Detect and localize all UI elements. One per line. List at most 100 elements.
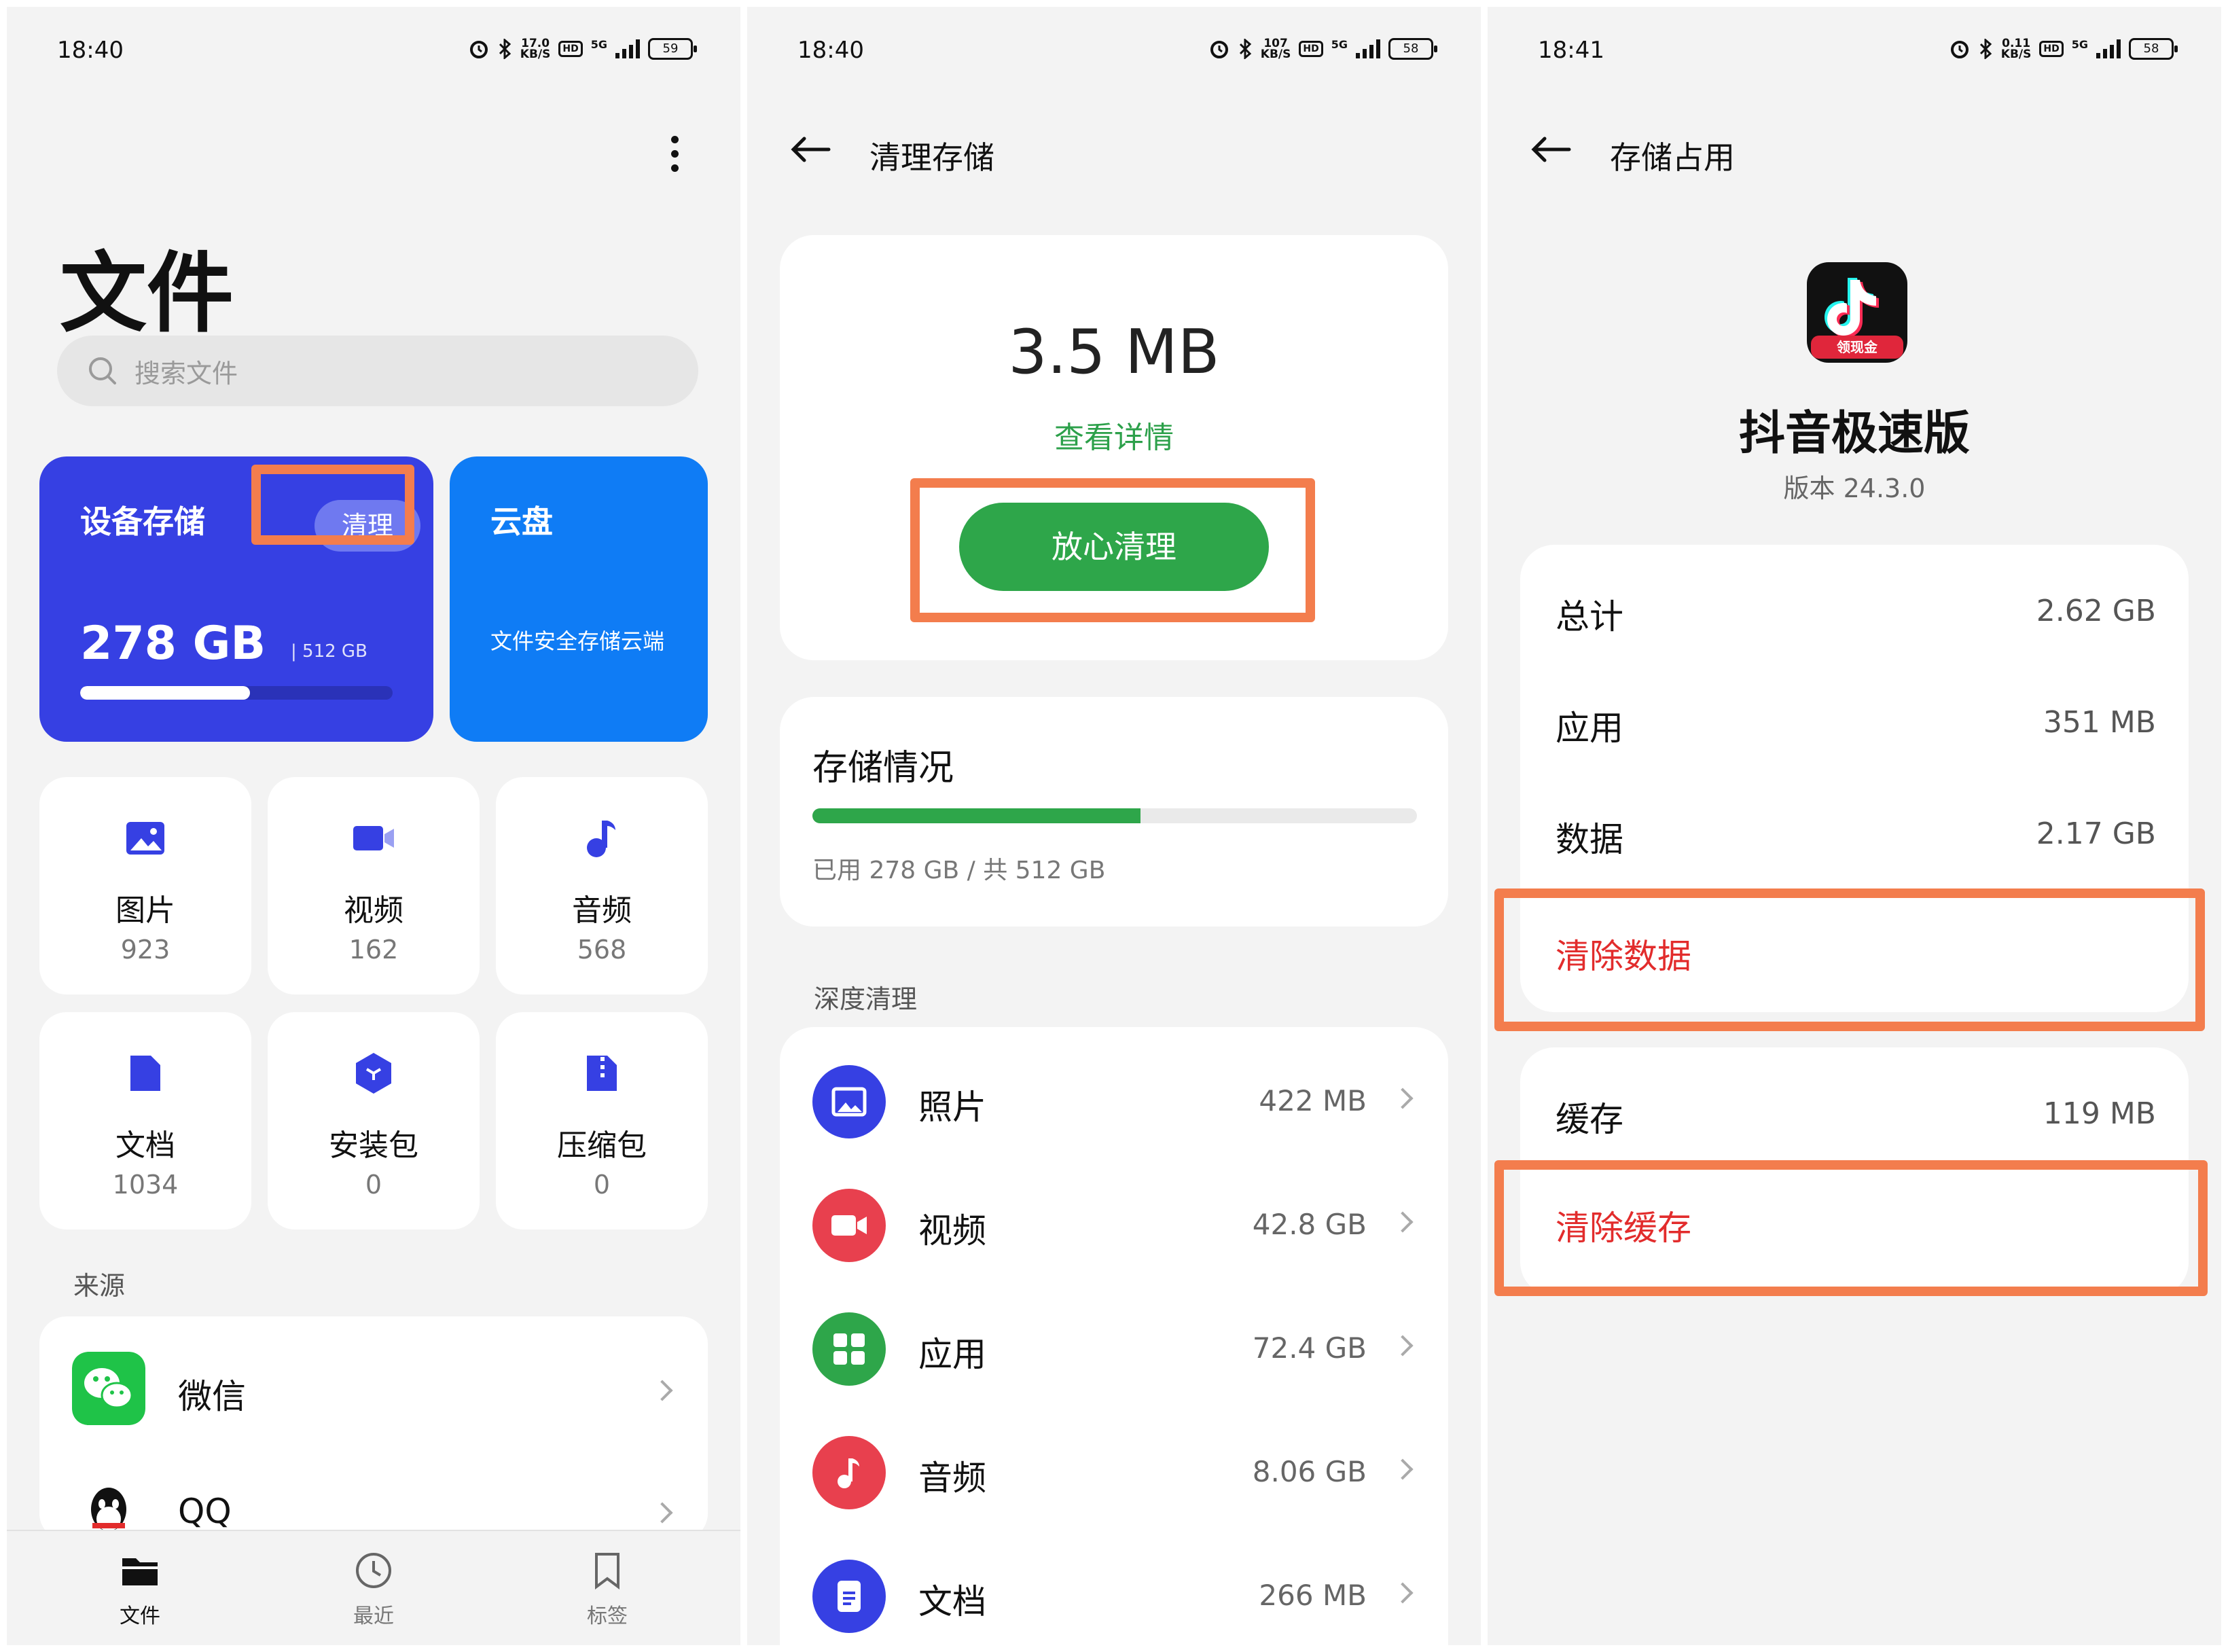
nav-label: 最近 [353,1604,394,1628]
network-type: 5G [1331,38,1348,51]
folder-icon [122,1558,158,1585]
archive-icon [587,1056,617,1091]
cloud-card[interactable]: 云盘 文件安全存储云端 [450,456,708,742]
tile-packages[interactable]: 安装包 0 [268,1012,480,1229]
category-icon-bg [812,1312,886,1386]
tile-count: 923 [120,935,170,965]
tile-videos[interactable]: 视频 162 [268,777,480,994]
device-storage-bar [80,686,393,700]
source-item-wechat[interactable]: 微信 [39,1316,708,1439]
storage-row-total: 总计 2.62 GB [1520,552,2189,662]
category-apps[interactable]: 应用 72.4 GB [780,1281,1448,1405]
status-bar: 18:40 107 KB/S HD 5G 58 [747,7,1481,95]
category-icon-bg [812,1560,886,1633]
bookmark-icon [595,1553,619,1590]
highlight-safe-clean-button [910,478,1315,622]
category-icon-bg [812,1065,886,1138]
signal-icon [2096,39,2121,58]
category-videos[interactable]: 视频 42.8 GB [780,1157,1448,1281]
storage-row-data: 数据 2.17 GB [1520,774,2189,884]
row-key: 缓存 [1556,1100,1623,1139]
row-value: 2.62 GB [2036,594,2156,628]
signal-icon [1356,39,1380,58]
battery-icon: 58 [1388,38,1437,60]
image-icon [126,822,164,855]
app-grid-icon [833,1333,865,1365]
nav-files[interactable]: 文件 [72,1550,208,1629]
row-key: 应用 [1556,708,1623,748]
page-title: 清理存储 [869,139,994,176]
page-title: 存储占用 [1610,139,1735,176]
document-icon [838,1581,861,1612]
battery-icon: 59 [648,38,697,60]
source-section-label: 来源 [73,1271,126,1301]
more-options-icon[interactable] [671,136,681,179]
tile-images[interactable]: 图片 923 [39,777,251,994]
tile-label: 视频 [344,893,403,928]
row-value: 119 MB [2043,1096,2156,1131]
storage-bar [812,808,1417,823]
signal-icon [615,39,640,58]
category-name: 应用 [918,1335,986,1374]
status-time: 18:41 [1538,37,1604,64]
network-type: 5G [590,38,607,51]
hd-icon: HD [2039,41,2064,57]
bluetooth-icon [1979,39,1992,59]
source-name: QQ [178,1492,232,1531]
chevron-right-icon [1392,1335,1414,1357]
clock-icon [356,1553,391,1588]
bluetooth-icon [1239,39,1252,59]
category-photos[interactable]: 照片 422 MB [780,1034,1448,1157]
back-arrow-icon[interactable] [1528,136,1573,163]
row-key: 总计 [1556,597,1623,636]
row-key: 数据 [1556,820,1623,859]
tile-count: 0 [365,1170,382,1200]
highlight-clean-button [251,465,414,545]
tile-label: 图片 [115,893,175,928]
tile-count: 1034 [112,1170,179,1200]
cloud-title: 云盘 [490,503,553,540]
category-audio[interactable]: 音频 8.06 GB [780,1405,1448,1528]
device-storage-total: | 512 GB [291,641,367,662]
device-storage-title: 设备存储 [80,503,205,540]
tile-count: 568 [577,935,627,965]
view-details-link[interactable]: 查看详情 [780,413,1448,456]
storage-row-cache: 缓存 119 MB [1520,1054,2189,1164]
search-placeholder: 搜索文件 [134,358,238,389]
video-icon [353,826,394,850]
chevron-right-icon [651,1380,673,1401]
alarm-icon [1950,41,1969,58]
network-speed: 0.11 KB/S [2000,37,2032,61]
network-speed: 107 KB/S [1260,37,1291,61]
nav-recent[interactable]: 最近 [306,1550,442,1629]
source-item-qq[interactable]: QQ [39,1439,708,1541]
bluetooth-icon [499,39,511,59]
nav-tags[interactable]: 标签 [539,1550,675,1629]
category-name: 文档 [918,1582,986,1621]
category-name: 视频 [918,1211,986,1251]
files-screen: 18:40 17.0 KB/S HD 5G 59 文件 搜索文件 设备存储 清理 … [7,7,740,1645]
search-input[interactable]: 搜索文件 [57,336,698,406]
status-time: 18:40 [57,37,124,64]
tile-archives[interactable]: 压缩包 0 [496,1012,708,1229]
junk-size: 3.5 MB [1008,317,1220,388]
storage-status-title: 存储情况 [812,748,954,789]
status-bar: 18:41 0.11 KB/S HD 5G 58 [1488,7,2221,95]
tile-documents[interactable]: 文档 1034 [39,1012,251,1229]
video-camera-icon [831,1215,867,1236]
app-icon: 领现金 [1807,262,1907,363]
wechat-icon [72,1352,145,1425]
tile-label: 安装包 [329,1128,418,1163]
storage-used-text: 已用 278 GB / 共 512 GB [812,857,1106,884]
document-icon [130,1056,160,1091]
deep-clean-list: 照片 422 MB 视频 42.8 GB 应用 72.4 GB 音频 8.06 … [780,1027,1448,1645]
tile-label: 文档 [115,1128,175,1163]
tile-count: 0 [593,1170,611,1200]
row-value: 2.17 GB [2036,816,2156,851]
device-storage-fill [80,686,250,700]
tile-count: 162 [348,935,399,965]
category-documents[interactable]: 文档 266 MB [780,1528,1448,1645]
alarm-icon [1210,41,1228,58]
back-arrow-icon[interactable] [788,136,833,163]
tile-audio[interactable]: 音频 568 [496,777,708,994]
